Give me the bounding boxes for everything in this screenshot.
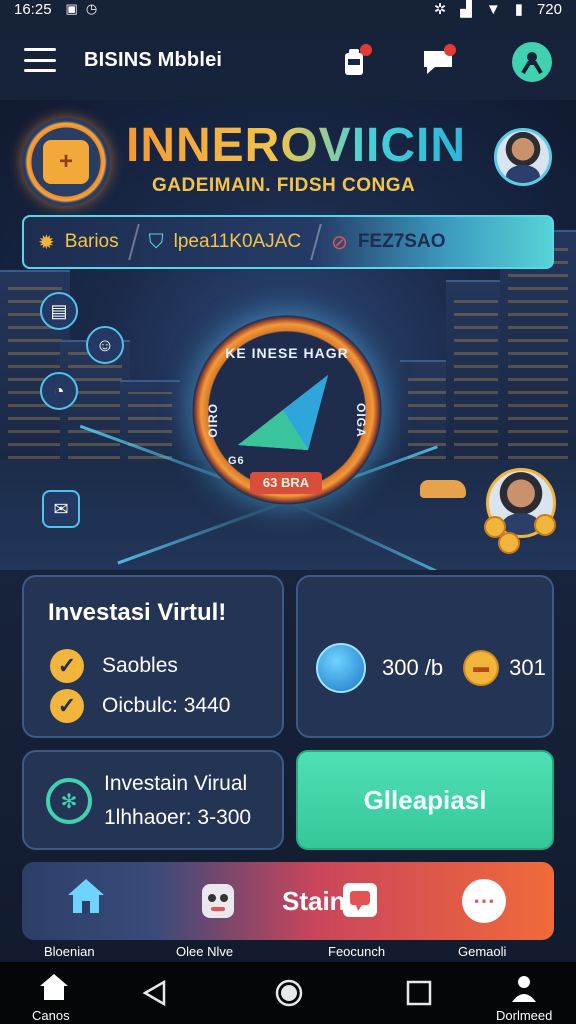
nav-home-label: Bloenian [44, 944, 95, 959]
battery-icon: ▮ [514, 1, 523, 18]
info-item-2-label: lpea11K0AJAC [173, 231, 302, 252]
nav-feed[interactable] [340, 880, 380, 920]
system-right-label: Dorlmeed [496, 1008, 553, 1023]
coin-left-text: OIRO [206, 403, 220, 438]
nav-more-label: Gemaoli [458, 944, 507, 959]
investment-row-2: ✓ Oicbulc: 3440 [50, 689, 230, 723]
user-icon [521, 52, 543, 75]
coin-icon [498, 532, 520, 554]
app-screen: 16:25 ▣ ◷ ✲ ▟ ▼ ▮ 720 BISINS Mbblei + IN… [0, 0, 576, 1024]
circle-home-icon [275, 979, 303, 1007]
check-icon: ✓ [50, 649, 84, 683]
car [420, 480, 466, 498]
shield-icon: ⛉ [148, 230, 164, 253]
status-bar: 16:25 ▣ ◷ ✲ ▟ ▼ ▮ 720 [0, 0, 576, 19]
briefcase-icon: + [43, 140, 89, 184]
gem-icon [238, 375, 328, 450]
nav-feed-label: Feocunch [328, 944, 386, 959]
info-item-1-label: Barios [64, 231, 119, 252]
battery-level: 720 [536, 0, 562, 18]
clock-icon: ◷ [85, 1, 98, 16]
nav-assistant[interactable] [198, 878, 238, 922]
nav-center-label[interactable]: Stain [282, 886, 346, 917]
brand-tagline: GADEIMAIN. FIDSH CONGA [152, 175, 416, 196]
wifi-icon: ▼ [485, 0, 501, 18]
menu-icon[interactable] [24, 48, 56, 72]
home-button[interactable] [274, 978, 304, 1013]
info-item-1[interactable]: ✹ Barios [38, 230, 119, 255]
signal-icon: ▟ [460, 1, 472, 18]
hero-banner: + INNEROVIICIN GADEIMAIN. FIDSH CONGA ✹ … [0, 100, 576, 570]
chat-icon [343, 883, 377, 917]
system-nav-bar: Canos Dorlmeed [0, 962, 576, 1024]
app-title: BISINS Mbblei [84, 48, 223, 71]
account-button[interactable] [510, 974, 538, 1007]
check-icon: ✓ [50, 689, 84, 723]
status-right: ✲ ▟ ▼ ▮ 720 [433, 0, 562, 19]
system-left-label: Canos [32, 1008, 70, 1023]
central-coin-emblem: KE INESE HAGR OIRO OIGA G6 63 BRA [192, 315, 382, 505]
profile-button[interactable] [512, 42, 552, 82]
brand-name: INNEROVIICIN [126, 119, 467, 172]
recents-icon [406, 980, 432, 1006]
cart-badge [360, 44, 372, 56]
divider [310, 224, 322, 260]
person-icon: ☺ [86, 326, 124, 364]
info-item-3[interactable]: ⊘ FEZ7SAO [331, 230, 445, 255]
home-icon [68, 879, 104, 913]
recents-button[interactable] [406, 980, 432, 1011]
messages-button[interactable] [418, 42, 458, 82]
virtual-card-title: Investain Virual [104, 772, 248, 795]
divider [127, 224, 140, 260]
investment-card-title: Investasi Virtul! [48, 599, 227, 626]
cart-button[interactable] [334, 42, 374, 82]
mail-icon: ✉ [42, 490, 80, 528]
coin-icon [534, 514, 556, 536]
user-avatar[interactable] [494, 128, 552, 186]
stat-value-2: 301 [509, 655, 546, 680]
investment-row-1: ✓ Saobles [50, 649, 178, 683]
network-icon: ✻ [46, 778, 92, 824]
virtual-card-detail: 1lhhaoer: 3-300 [104, 806, 252, 829]
investment-row-1-label: Saobles [102, 654, 178, 677]
chart-icon: ◔ [40, 372, 78, 410]
back-button[interactable] [142, 979, 168, 1011]
gear-icon: ✹ [38, 231, 55, 254]
globe-icon [316, 643, 366, 693]
coin-right-text: OIGA [354, 403, 368, 438]
house-icon [40, 974, 68, 1000]
coin-small-text: G6 [228, 455, 245, 467]
person-icon [512, 976, 536, 1002]
nav-assistant-label: Olee Nlve [176, 944, 234, 959]
app-bottom-nav: Stain ⋯ [22, 862, 554, 940]
stats-row: 300 /b ▬ 301 [316, 643, 546, 693]
wallet-icon: ▤ [40, 292, 78, 330]
nav-home[interactable] [66, 876, 106, 916]
info-bar: ✹ Barios ⛉ lpea11K0AJAC ⊘ FEZ7SAO [22, 215, 554, 269]
nav-system-home[interactable] [38, 972, 70, 1007]
status-time: 16:25 [14, 0, 52, 18]
primary-action-button[interactable]: Glleapiasl [296, 750, 554, 850]
gallery-icon: ▣ [65, 1, 78, 16]
app-bar: BISINS Mbblei [0, 30, 576, 90]
brand-logo: + [22, 118, 110, 206]
coin-tag: 63 BRA [250, 472, 322, 494]
coin-icon: ▬ [463, 650, 500, 686]
status-notification-icons: ▣ ◷ [66, 1, 98, 17]
gear-icon: ✲ [433, 1, 447, 18]
back-icon [142, 979, 166, 1007]
messages-badge [444, 44, 456, 56]
stats-card[interactable]: 300 /b ▬ 301 [296, 575, 554, 738]
investment-row-2-label: Oicbulc: 3440 [102, 694, 231, 717]
more-icon: ⋯ [462, 879, 506, 923]
robot-icon [202, 884, 234, 918]
investment-card[interactable]: Investasi Virtul! ✓ Saobles ✓ Oicbulc: 3… [22, 575, 284, 738]
nav-more[interactable]: ⋯ [462, 879, 506, 923]
link-icon: ⊘ [331, 231, 348, 254]
virtual-investment-card[interactable]: ✻ Investain Virual 1lhhaoer: 3-300 [22, 750, 284, 850]
stat-value-1: 300 /b [382, 655, 444, 680]
info-item-3-label: FEZ7SAO [357, 231, 446, 252]
info-item-2[interactable]: ⛉ lpea11K0AJAC [149, 231, 301, 254]
